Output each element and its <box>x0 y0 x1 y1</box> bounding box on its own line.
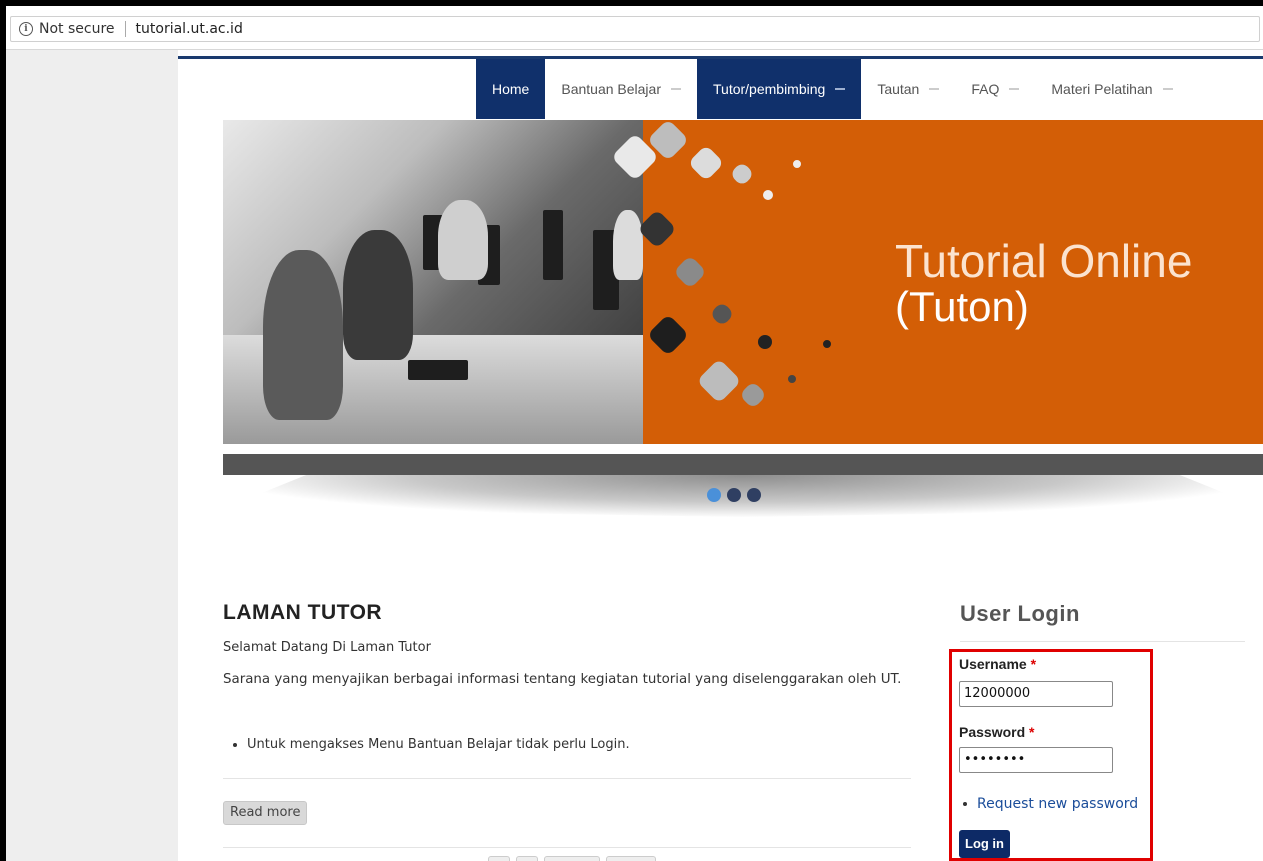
divider <box>223 847 911 848</box>
hero-banner[interactable]: Tutorial Online (Tuton) <box>223 120 1263 444</box>
article-title: LAMAN TUTOR <box>223 601 383 624</box>
pager-item[interactable] <box>606 856 656 861</box>
nav-item-label: Materi Pelatihan <box>1051 81 1153 97</box>
banner-diamond <box>786 373 798 385</box>
browser-window: i Not secure tutorial.ut.ac.id Home Bant… <box>6 6 1263 861</box>
security-label[interactable]: Not secure <box>39 21 115 37</box>
nav-item-home[interactable]: Home <box>476 59 546 119</box>
banner-photo-monitor <box>543 210 563 280</box>
login-button[interactable]: Log in <box>959 830 1010 858</box>
nav-item-bantuan-belajar[interactable]: Bantuan Belajar <box>545 59 697 119</box>
slider-dot-3[interactable] <box>747 488 761 502</box>
article-description: Sarana yang menyajikan berbagai informas… <box>223 672 902 687</box>
password-field[interactable]: •••••••• <box>959 747 1113 773</box>
password-label: Password * <box>959 724 1034 740</box>
request-password-item: Request new password <box>959 796 1138 812</box>
bullet-icon <box>233 742 237 747</box>
banner-diamond <box>729 161 755 187</box>
nav-item-label: FAQ <box>971 81 1000 97</box>
article-bullet: Untuk mengakses Menu Bantuan Belajar tid… <box>223 737 630 752</box>
password-label-text: Password <box>959 724 1026 740</box>
slider-dot-1[interactable] <box>707 488 721 502</box>
slider-pagination <box>707 488 761 502</box>
dropdown-caret-icon <box>929 88 940 90</box>
page-left-margin <box>6 50 178 861</box>
main-nav: Home Bantuan Belajar Tutor/pembimbing Ta… <box>476 59 1189 119</box>
banner-title: Tutorial Online <box>895 235 1193 287</box>
slider-dot-2[interactable] <box>727 488 741 502</box>
dropdown-caret-icon <box>835 88 846 90</box>
banner-photo-person <box>343 230 413 360</box>
username-label: Username * <box>959 656 1036 672</box>
bullet-icon <box>963 802 967 806</box>
username-label-text: Username <box>959 656 1027 672</box>
nav-item-tautan[interactable]: Tautan <box>861 59 955 119</box>
address-bar: i Not secure tutorial.ut.ac.id <box>6 6 1263 50</box>
banner-diamond <box>791 158 803 170</box>
slider-bar <box>223 454 1263 475</box>
banner-photo-person <box>438 200 488 280</box>
omnibox[interactable]: i Not secure tutorial.ut.ac.id <box>10 16 1260 42</box>
banner-photo-person <box>613 210 643 280</box>
read-more-button[interactable]: Read more <box>223 801 308 825</box>
required-marker: * <box>1029 724 1035 740</box>
banner-subtitle: (Tuton) <box>895 283 1029 330</box>
username-field[interactable]: 12000000 <box>959 681 1113 707</box>
nav-item-faq[interactable]: FAQ <box>955 59 1035 119</box>
pager-item[interactable] <box>544 856 600 861</box>
pager-item[interactable] <box>516 856 538 861</box>
banner-diamond <box>673 255 707 289</box>
article-welcome: Selamat Datang Di Laman Tutor <box>223 640 431 655</box>
banner-diamond <box>821 338 833 350</box>
request-password-link[interactable]: Request new password <box>977 796 1138 812</box>
pager <box>488 856 656 861</box>
divider <box>960 641 1245 642</box>
banner-photo <box>223 120 643 444</box>
banner-diamond <box>696 358 742 404</box>
banner-diamond <box>760 187 776 203</box>
nav-item-tutor-pembimbing[interactable]: Tutor/pembimbing <box>697 59 862 119</box>
nav-item-materi-pelatihan[interactable]: Materi Pelatihan <box>1035 59 1188 119</box>
pager-item[interactable] <box>488 856 510 861</box>
dropdown-caret-icon <box>671 88 681 90</box>
banner-diamond <box>709 301 735 327</box>
banner-diamond <box>637 209 677 249</box>
banner-photo-keyboard <box>408 360 468 380</box>
required-marker: * <box>1030 656 1037 672</box>
banner-diamond <box>738 380 768 410</box>
nav-item-label: Home <box>492 81 530 97</box>
dropdown-caret-icon <box>1162 88 1173 90</box>
nav-item-label: Tautan <box>877 81 920 97</box>
divider <box>223 778 911 779</box>
nav-item-label: Tutor/pembimbing <box>713 81 826 97</box>
nav-item-label: Bantuan Belajar <box>561 81 661 97</box>
banner-diamond <box>646 313 690 357</box>
url-text[interactable]: tutorial.ut.ac.id <box>136 21 243 37</box>
page-content: Home Bantuan Belajar Tutor/pembimbing Ta… <box>178 50 1263 861</box>
article-bullet-text: Untuk mengakses Menu Bantuan Belajar tid… <box>247 737 630 752</box>
login-title: User Login <box>960 601 1080 626</box>
dropdown-caret-icon <box>1009 88 1020 90</box>
banner-diamond <box>755 332 775 352</box>
info-icon[interactable]: i <box>19 22 33 36</box>
address-separator <box>124 21 126 37</box>
banner-photo-person <box>263 250 343 420</box>
banner-diamond <box>687 144 725 182</box>
